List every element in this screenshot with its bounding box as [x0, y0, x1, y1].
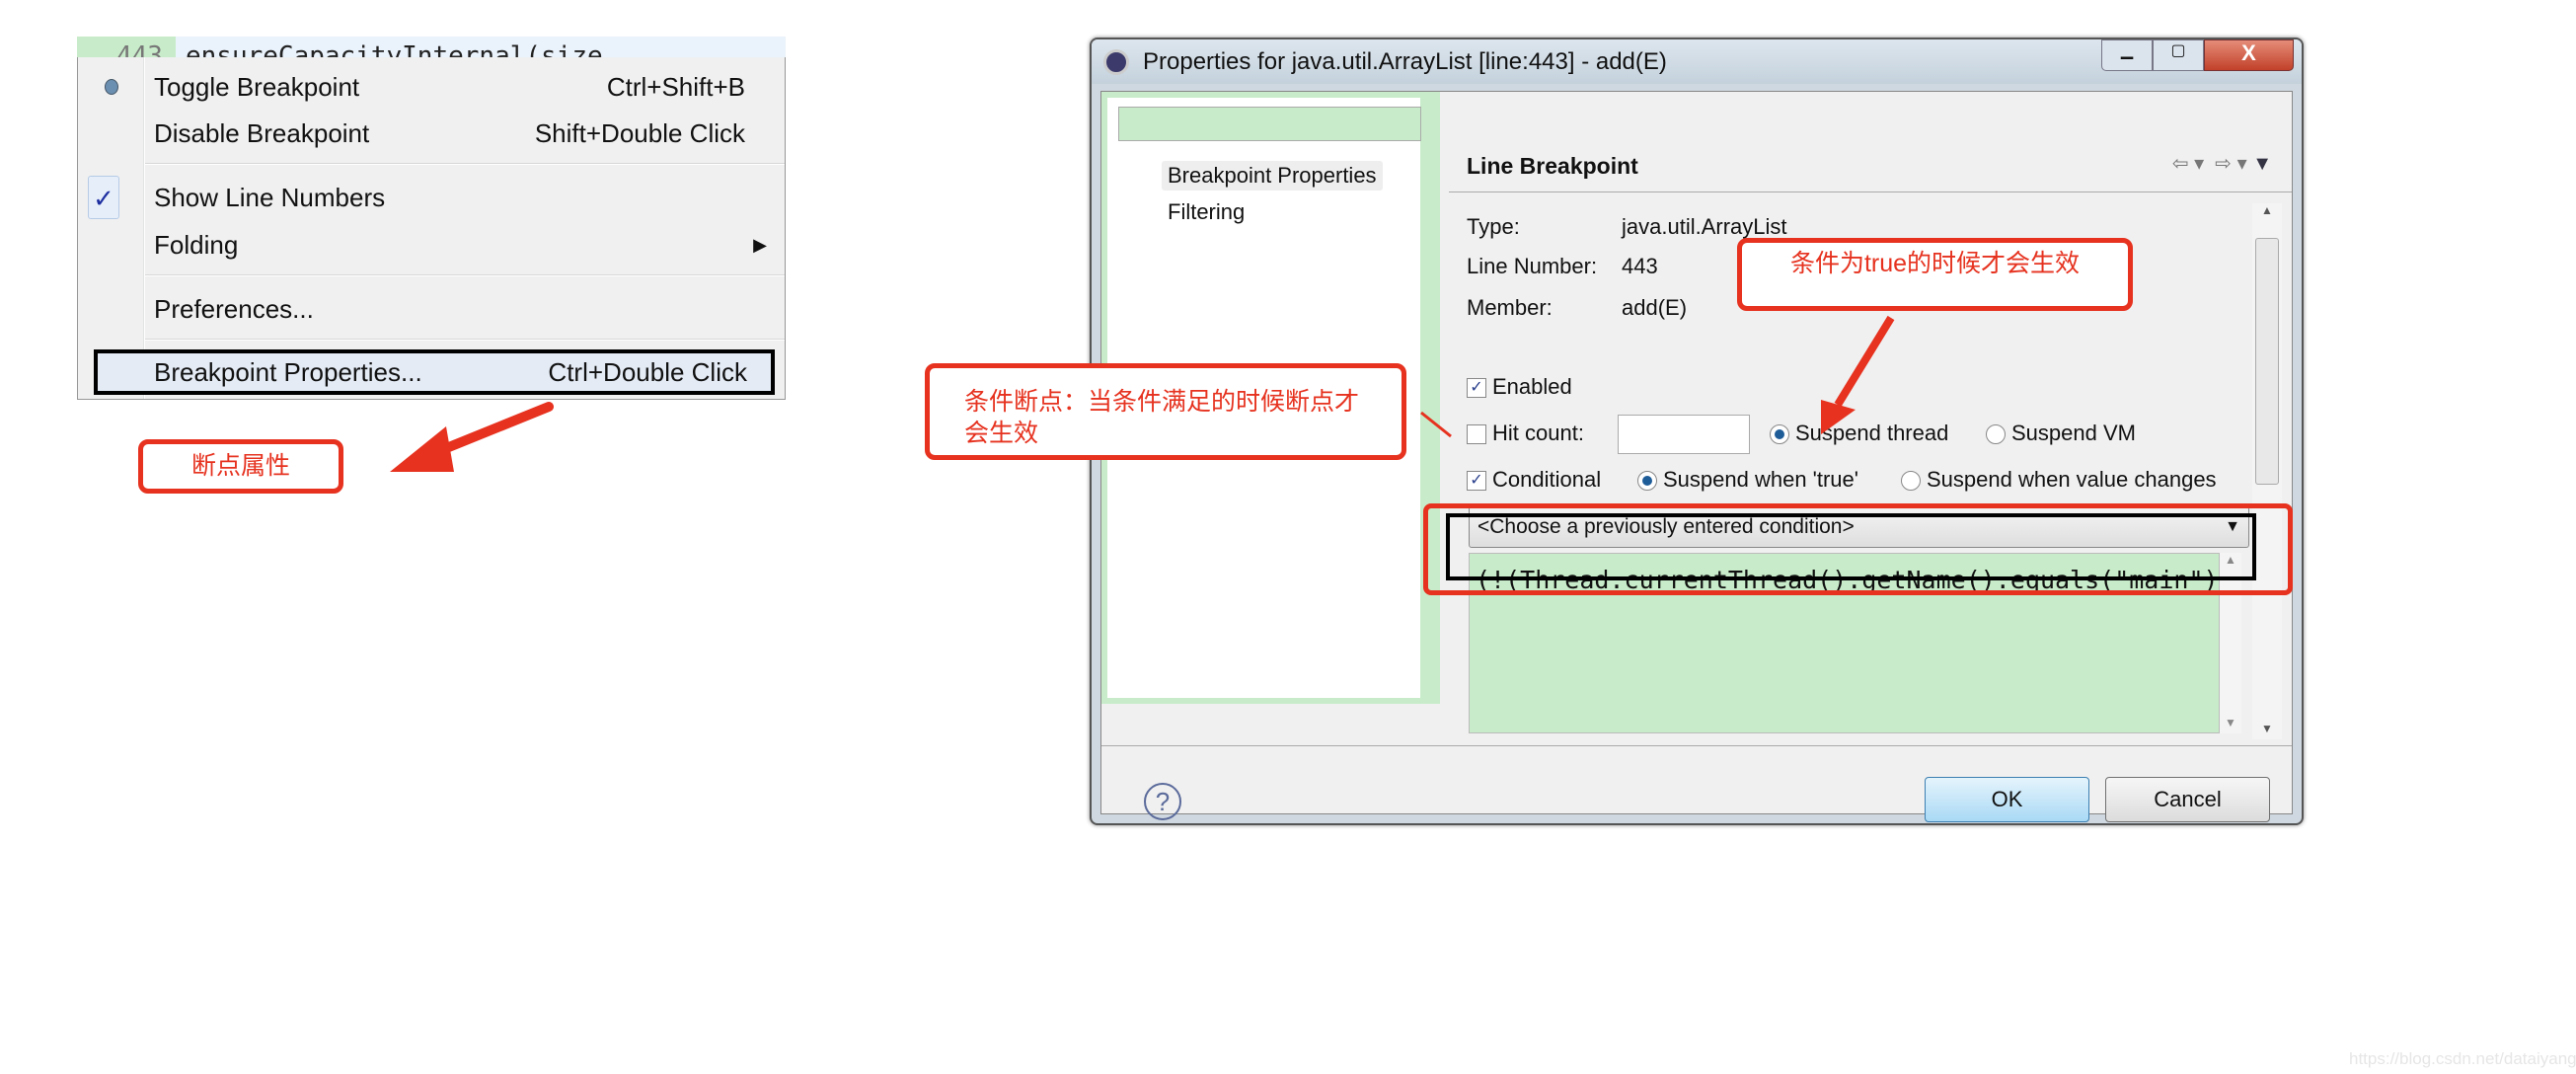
arrow-head	[1821, 400, 1856, 434]
arrow-to-suspend-true	[1834, 315, 1895, 408]
arrow-head	[390, 426, 454, 472]
annotation-arrows	[390, 315, 1895, 472]
watermark: https://blog.csdn.net/dataiyangu	[2349, 1049, 2576, 1068]
arrow-to-conditional	[1420, 411, 1452, 438]
